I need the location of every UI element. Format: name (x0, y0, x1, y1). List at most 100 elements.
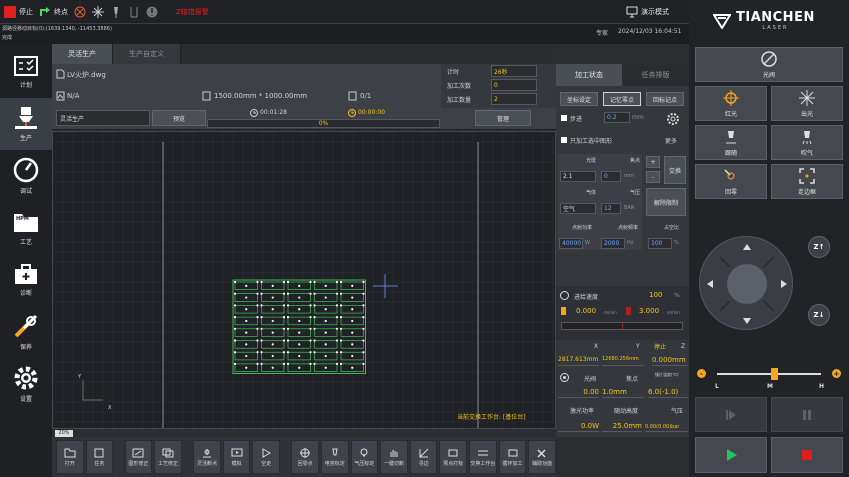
nav-production[interactable]: 生产 (0, 98, 52, 150)
jog-up-icon[interactable] (743, 244, 751, 250)
nozzle-select[interactable]: 2.1 (560, 171, 596, 182)
tab-proc-status[interactable]: 加工状态 (556, 64, 622, 86)
pierce-point (256, 351, 259, 354)
follow-button[interactable]: 跟随 (695, 125, 767, 160)
preview-button[interactable]: 预览 (152, 110, 206, 126)
breakpoint-button[interactable]: 灵活断点 (193, 440, 221, 474)
pause-button[interactable] (771, 397, 843, 432)
speed-plus-button[interactable]: + (832, 369, 841, 378)
swap-table-button[interactable]: 交换工作台 (469, 440, 497, 474)
pierce-point (351, 308, 354, 311)
tab-custom[interactable]: 生产自定义 (113, 44, 181, 64)
laser-out-button[interactable]: 出光 (771, 86, 843, 121)
nav-process[interactable]: HPM 工艺 (0, 202, 52, 254)
pierce-point (309, 316, 312, 319)
simulate-button[interactable]: 模拟 (222, 440, 251, 474)
pierce-point (271, 284, 274, 287)
demo-mode-button[interactable]: 演示模式 (626, 6, 669, 18)
pause-icon (803, 409, 811, 420)
gas-select[interactable]: 空气 (560, 203, 596, 214)
jog-pad[interactable] (699, 236, 793, 330)
speed-level-thumb[interactable] (771, 368, 779, 380)
duty-input[interactable]: 100 (648, 238, 672, 249)
loop-button[interactable]: 循环加工 (498, 440, 527, 474)
settings-gear-icon[interactable] (666, 112, 680, 126)
focus-plus-button[interactable]: + (646, 156, 660, 168)
z-up-button[interactable]: Z↑ (808, 236, 830, 258)
z-axis-icon[interactable] (128, 6, 140, 18)
tab-proc-tasks[interactable]: 任务排版 (622, 64, 689, 86)
burst-icon[interactable] (92, 5, 104, 18)
mode-select[interactable]: 灵活生产 (56, 110, 150, 126)
spot-freq-input[interactable]: 2000 (601, 238, 625, 249)
shutter-button[interactable]: 光阀 (695, 47, 843, 82)
x-coord-value: 2817.613mm (558, 356, 599, 366)
one-key-cut-button[interactable]: 一键切断 (380, 440, 408, 474)
only-selected-checkbox[interactable] (561, 137, 567, 143)
stop-button[interactable]: 停止 (4, 5, 33, 18)
start-button[interactable] (695, 437, 767, 473)
dry-run-button[interactable]: 空走 (252, 440, 281, 474)
qty-label: 加工数量 (447, 97, 472, 104)
speed-minus-button[interactable]: - (697, 369, 706, 378)
endpoint-button[interactable]: 终点 (39, 6, 68, 18)
jog-left-icon[interactable] (707, 280, 713, 288)
z-down-button[interactable]: Z↓ (808, 304, 830, 326)
speed-slider[interactable] (561, 322, 683, 330)
open-button[interactable]: 打开 (56, 440, 84, 474)
nav-maintenance[interactable]: 保养 (0, 306, 52, 358)
home-button[interactable]: 回零 (695, 164, 767, 199)
memory-zero-button[interactable]: 记忆零点 (603, 92, 641, 106)
jog-right-icon[interactable] (781, 280, 787, 288)
release-limit-button[interactable]: 解除限制 (646, 188, 686, 216)
nav-diagnose[interactable]: 诊断 (0, 254, 52, 306)
edge-find-button[interactable]: 寻边 (409, 440, 438, 474)
focus-input[interactable]: 0 (601, 171, 621, 182)
warning-text: Z轴错报警 (176, 7, 209, 16)
aux-button[interactable]: 辅助功能 (528, 440, 556, 474)
times-value[interactable]: 0 (491, 79, 537, 91)
jog-down-icon[interactable] (743, 318, 751, 324)
pressure-cal-button[interactable]: 气压标定 (350, 440, 379, 474)
step-input[interactable]: 0.2 (604, 112, 630, 123)
canvas-svg[interactable] (53, 132, 555, 428)
pierce-point (313, 351, 316, 354)
progress-text: 0% (318, 120, 329, 127)
manage-button[interactable]: 管理 (475, 110, 531, 126)
pierce-point (313, 339, 316, 342)
red-light-button[interactable]: 红光 (695, 86, 767, 121)
nav-debug[interactable]: 调试 (0, 150, 52, 202)
pre-mark-button[interactable]: 预点打标 (439, 440, 468, 474)
nozzle-icon[interactable] (110, 6, 122, 18)
return-mark-button[interactable]: 回标记点 (646, 92, 684, 106)
qty-value[interactable]: 2 (491, 93, 537, 105)
nav-settings[interactable]: 设置 (0, 358, 52, 410)
tab-production[interactable]: 灵活生产 (52, 44, 113, 64)
laser-target-icon[interactable] (74, 6, 86, 18)
nav-plan[interactable]: 计划 (0, 46, 52, 98)
frame-button[interactable]: 走边框 (771, 164, 843, 199)
shape-fix-button[interactable]: 图形修正 (124, 440, 153, 474)
stop-run-button[interactable] (771, 437, 843, 473)
pierce-point (339, 316, 343, 319)
task-button[interactable]: 任务 (85, 440, 114, 474)
spot-power-input[interactable]: 40000 (559, 238, 583, 249)
step-checkbox[interactable] (561, 115, 567, 121)
pierce-point (282, 316, 286, 319)
more-button[interactable]: 更多 (665, 136, 677, 145)
process-fix-button[interactable]: 工艺修正 (154, 440, 182, 474)
coord-set-button[interactable]: 坐标设定 (560, 92, 598, 106)
pressure-input[interactable]: 12 (601, 203, 621, 214)
btn-label: 气压标定 (354, 460, 375, 467)
step-run-button[interactable] (695, 397, 767, 432)
pierce-point (256, 327, 259, 330)
alert-icon[interactable] (146, 6, 158, 18)
speed-level-track[interactable] (717, 373, 821, 375)
focus-minus-button[interactable]: - (646, 171, 660, 183)
pierce-point (335, 339, 339, 342)
blow-button[interactable]: 吹气 (771, 125, 843, 160)
capacitance-button[interactable]: 电容标定 (320, 440, 349, 474)
swap-button[interactable]: 交换 (664, 156, 686, 184)
drawing-canvas[interactable]: Y X 当前交换工作台: [基位台] (52, 131, 556, 429)
return-zero-button[interactable]: 回零点 (291, 440, 319, 474)
